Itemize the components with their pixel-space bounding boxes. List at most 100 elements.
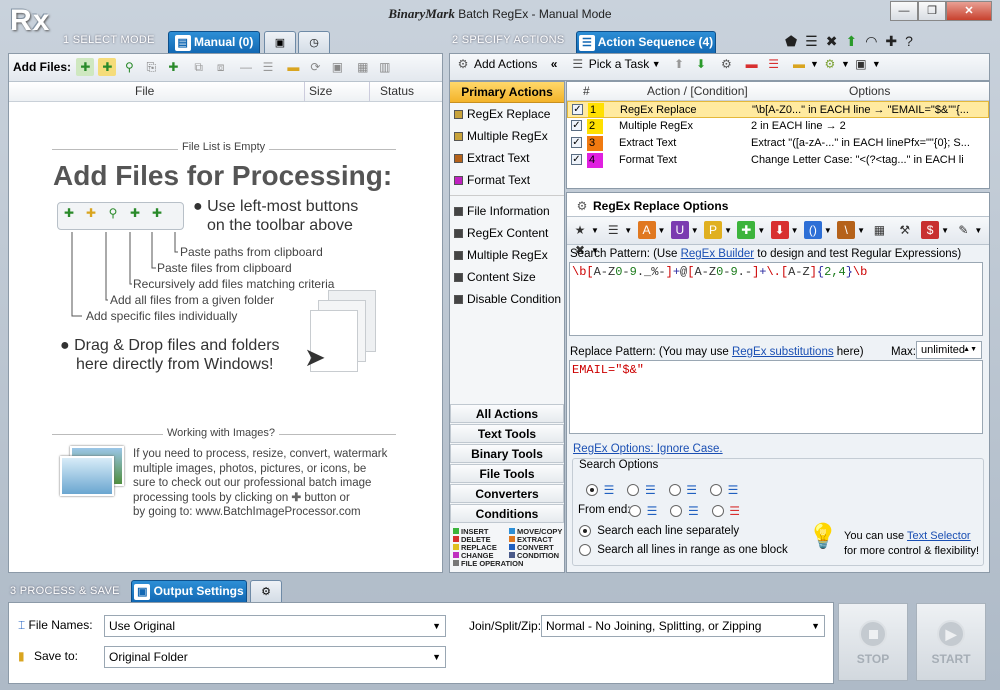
- add-file-icon[interactable]: ✚: [76, 58, 95, 76]
- text-selector-link[interactable]: Text Selector: [907, 530, 971, 542]
- minimize-button[interactable]: —: [890, 1, 918, 21]
- category-button[interactable]: Conditions: [450, 504, 564, 523]
- regex-substitutions-link[interactable]: RegEx substitutions: [732, 346, 834, 358]
- tab-manual[interactable]: ▤ Manual (0): [168, 31, 260, 53]
- category-button[interactable]: Text Tools: [450, 424, 564, 443]
- up-arrow-icon[interactable]: ⬆: [845, 33, 865, 49]
- paste-paths-icon[interactable]: ✚: [164, 58, 182, 76]
- radio-line-option[interactable]: Search each line separately: [579, 525, 739, 537]
- char-class-icon[interactable]: U: [670, 221, 689, 239]
- row-checkbox[interactable]: ✓: [571, 120, 582, 131]
- tab-advanced-output[interactable]: ⚙: [250, 580, 282, 602]
- list-icon[interactable]: ☰: [604, 221, 622, 239]
- select-icon[interactable]: ▦: [354, 58, 372, 76]
- category-button[interactable]: All Actions: [450, 404, 564, 423]
- paste-files-icon[interactable]: ⎘: [142, 58, 160, 76]
- replace-pattern-input[interactable]: EMAIL="$&": [569, 360, 983, 434]
- escape-icon[interactable]: \: [837, 221, 856, 239]
- primary-action-item[interactable]: Format Text: [450, 169, 564, 191]
- row-checkbox[interactable]: ✓: [571, 137, 582, 148]
- col-size[interactable]: Size: [304, 82, 332, 101]
- checklist-icon[interactable]: ☰: [805, 33, 826, 49]
- move-down-icon[interactable]: ⬇: [692, 55, 710, 73]
- primary-actions-header[interactable]: Primary Actions: [450, 82, 564, 103]
- category-button[interactable]: Binary Tools: [450, 444, 564, 463]
- copy-icon[interactable]: ⧉: [190, 58, 208, 76]
- condition-action-item[interactable]: File Information: [450, 200, 564, 222]
- paragraph-icon[interactable]: P: [704, 221, 723, 239]
- help-icon[interactable]: ?: [905, 33, 921, 49]
- radio-bottom-up[interactable]: [710, 484, 723, 496]
- search-pattern-input[interactable]: \b[A-Z0-9._%-]+@[A-Z0-9.-]+\.[A-Z]{2,4}\…: [569, 262, 983, 336]
- group-icon[interactable]: (): [803, 221, 822, 239]
- primary-action-item[interactable]: Multiple RegEx: [450, 125, 564, 147]
- maximize-button[interactable]: ❐: [918, 1, 946, 21]
- file-names-select[interactable]: Use Original ▼: [104, 615, 446, 637]
- add-folder-icon[interactable]: ✚: [98, 58, 117, 76]
- close-button[interactable]: ✕: [946, 1, 992, 21]
- col-action[interactable]: Action / [Condition]: [647, 82, 748, 101]
- move-icon[interactable]: ⧈: [212, 58, 230, 76]
- stop-button[interactable]: STOP: [838, 603, 908, 681]
- primary-action-item[interactable]: RegEx Replace: [450, 103, 564, 125]
- save-to-select[interactable]: Original Folder ▼: [104, 646, 446, 668]
- grid-icon[interactable]: ▦: [870, 221, 888, 239]
- category-button[interactable]: File Tools: [450, 464, 564, 483]
- duplicate-icon[interactable]: ⚙: [717, 55, 735, 73]
- row-checkbox[interactable]: ✓: [572, 104, 583, 115]
- tab-action-sequence[interactable]: ☰ Action Sequence (4): [576, 31, 716, 53]
- sequence-row[interactable]: ✓ 3 Extract Text Extract "([a-zA-..." in EA…: [567, 135, 989, 152]
- sequence-row[interactable]: ✓ 4 Format Text Change Letter Case: "<(?<ta…: [567, 152, 989, 169]
- row-checkbox[interactable]: ✓: [571, 154, 582, 165]
- radio-all-lines[interactable]: [579, 544, 591, 556]
- dollar-icon[interactable]: $: [921, 221, 940, 239]
- col-options[interactable]: Options: [849, 82, 890, 101]
- condition-action-item[interactable]: Content Size: [450, 266, 564, 288]
- regex-builder-link[interactable]: RegEx Builder: [681, 248, 755, 260]
- add-recursive-icon[interactable]: ⚲: [120, 58, 138, 76]
- radio-end-2[interactable]: [670, 505, 683, 517]
- radio-block-option[interactable]: Search all lines in range as one block: [579, 544, 788, 556]
- save-sequence-icon[interactable]: ▣: [852, 55, 870, 73]
- col-file[interactable]: File: [135, 82, 154, 101]
- anchor-icon[interactable]: ⬇: [770, 221, 789, 239]
- plus-icon[interactable]: ✚: [885, 33, 905, 49]
- delete-icon[interactable]: ▬: [743, 55, 761, 73]
- hammer-icon[interactable]: ⚒: [896, 221, 914, 239]
- options-tab[interactable]: RegEx Replace Options: [593, 199, 728, 213]
- library-icon[interactable]: ⚙: [821, 55, 839, 73]
- radio-top-up[interactable]: [627, 484, 640, 496]
- category-button[interactable]: Converters: [450, 484, 564, 503]
- radio-each-line[interactable]: [579, 525, 591, 537]
- tab-output-settings[interactable]: ▣ Output Settings: [131, 580, 247, 602]
- star-icon[interactable]: ★: [571, 221, 589, 239]
- open-folder-icon[interactable]: ▬: [284, 58, 302, 76]
- insert-icon[interactable]: ✚: [737, 221, 756, 239]
- col-num[interactable]: #: [583, 82, 590, 101]
- save-list-icon[interactable]: ▣: [328, 58, 346, 76]
- radio-top-down[interactable]: [586, 484, 598, 496]
- collapse-button[interactable]: «: [551, 57, 558, 71]
- sequence-row[interactable]: ✓ 2 Multiple RegEx 2 in EACH line → 2: [567, 118, 989, 135]
- plus-icon[interactable]: ✚: [292, 492, 302, 504]
- condition-action-item[interactable]: Disable Condition: [450, 288, 564, 310]
- sequence-row[interactable]: ✓ 1 RegEx Replace "\b[A-Z0..." in EACH line…: [567, 101, 989, 118]
- bulb-icon[interactable]: ⬟: [785, 33, 805, 49]
- primary-action-item[interactable]: Extract Text: [450, 147, 564, 169]
- max-spinner[interactable]: unlimited ▲▼: [916, 341, 982, 359]
- clear-all-icon[interactable]: ☰: [765, 55, 783, 73]
- regex-options-link[interactable]: RegEx Options: Ignore Case.: [573, 443, 723, 455]
- tools-icon[interactable]: ✖: [826, 33, 846, 49]
- pick-task-button[interactable]: Pick a Task: [589, 57, 649, 71]
- tab-scheduled-mode[interactable]: ◷: [298, 31, 330, 53]
- grid-icon[interactable]: ▥: [376, 58, 394, 76]
- signal-icon[interactable]: ◠: [865, 33, 885, 49]
- radio-end-1[interactable]: [629, 505, 641, 517]
- text-color-icon[interactable]: A: [637, 221, 656, 239]
- add-actions-button[interactable]: Add Actions: [474, 57, 537, 71]
- condition-action-item[interactable]: RegEx Content: [450, 222, 564, 244]
- refresh-icon[interactable]: ⟳: [306, 58, 324, 76]
- move-up-icon[interactable]: ⬆: [670, 55, 688, 73]
- tab-folder-mode[interactable]: ▣: [264, 31, 296, 53]
- pen-icon[interactable]: ✎: [954, 221, 972, 239]
